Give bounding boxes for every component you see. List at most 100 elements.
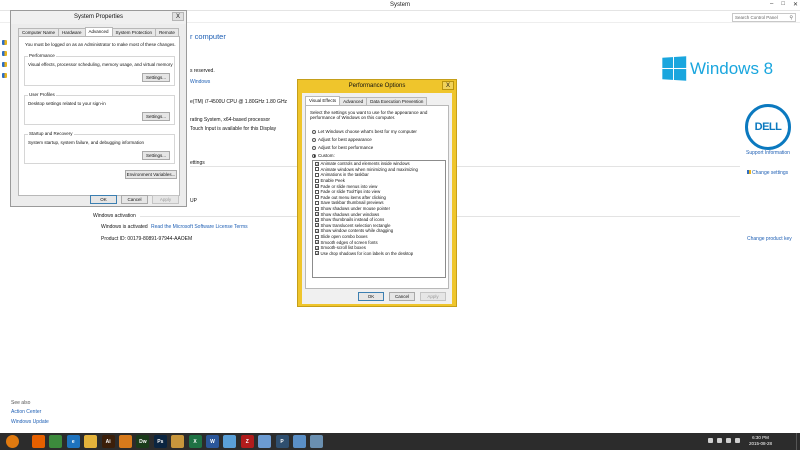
close-icon[interactable]: ✕ <box>793 1 798 8</box>
checkbox[interactable] <box>314 189 319 194</box>
checkbox[interactable] <box>314 178 319 183</box>
radio-best-appearance[interactable]: Adjust for best appearance <box>312 137 372 142</box>
search-icon[interactable]: ⚲ <box>789 15 793 21</box>
radio-button[interactable] <box>312 129 316 134</box>
tab-advanced[interactable]: Advanced <box>339 97 368 105</box>
taskbar-clock[interactable]: 6:30 PM 2015-08-28 <box>749 435 772 447</box>
battery-icon[interactable] <box>735 438 740 443</box>
checkbox[interactable] <box>314 172 319 177</box>
user-profiles-settings-button[interactable]: Settings... <box>142 112 170 121</box>
perf-cancel-button[interactable]: Cancel <box>389 292 415 301</box>
support-information-link[interactable]: Support Information <box>746 150 790 156</box>
excel-icon[interactable]: X <box>188 435 202 448</box>
maximize-icon[interactable]: □ <box>781 1 785 8</box>
radio-custom[interactable]: Custom: <box>312 153 335 158</box>
paint-icon[interactable] <box>223 435 237 448</box>
tab-visual-effects[interactable]: Visual Effects <box>305 96 341 105</box>
visual-effect-label: Animate controls and elements inside win… <box>320 161 410 167</box>
windows-media-icon[interactable] <box>119 435 132 448</box>
start-button-icon[interactable] <box>6 435 19 448</box>
perf-ok-button[interactable]: OK <box>358 292 384 301</box>
perf-close-button[interactable]: X <box>442 81 454 90</box>
volume-icon[interactable] <box>726 438 731 443</box>
checkbox[interactable] <box>314 245 319 250</box>
license-terms-link[interactable]: Read the Microsoft Software License Term… <box>151 224 248 230</box>
rights-text: s reserved. <box>190 68 215 74</box>
change-settings-link[interactable]: Change settings <box>747 170 788 176</box>
perf-apply-button[interactable]: Apply <box>420 292 446 301</box>
visual-effect-label: Enable Peek <box>320 178 345 184</box>
visual-effect-label: Use drop shadows for icon labels on the … <box>320 250 414 256</box>
window-controls: – □ ✕ <box>770 1 798 8</box>
checkbox[interactable] <box>314 217 319 222</box>
perf-body: Visual Effects Advanced Data Execution P… <box>302 93 452 304</box>
checkbox[interactable] <box>314 251 319 256</box>
startup-recovery-settings-button[interactable]: Settings... <box>142 151 170 160</box>
sysprop-ok-button[interactable]: OK <box>90 195 117 204</box>
perf-title: Performance Options <box>348 83 406 89</box>
shield-icon[interactable] <box>2 62 7 67</box>
shield-icon[interactable] <box>2 51 7 56</box>
shield-icon[interactable] <box>2 40 7 45</box>
tab-data-execution-prevention[interactable]: Data Execution Prevention <box>366 97 428 105</box>
performance-settings-button[interactable]: Settings... <box>142 73 170 82</box>
dreamweaver-icon[interactable]: Dw <box>136 435 150 448</box>
checkbox[interactable] <box>314 184 319 189</box>
chrome-icon[interactable] <box>49 435 63 448</box>
taskbar: e Ai Dw Ps X W Z P 6:30 PM 2015-08-28 <box>0 433 800 450</box>
system-window-icon[interactable] <box>293 435 306 448</box>
checkbox[interactable] <box>314 234 319 239</box>
photoshop-icon[interactable]: Ps <box>153 435 167 448</box>
user-profiles-title: User Profiles <box>28 92 56 97</box>
checkbox[interactable] <box>314 161 319 166</box>
radio-button[interactable] <box>312 137 316 142</box>
tab-system-protection[interactable]: System Protection <box>111 28 157 36</box>
radio-best-performance[interactable]: Adjust for best performance <box>312 145 373 150</box>
checkbox[interactable] <box>314 228 319 234</box>
visual-effect-item[interactable]: Use drop shadows for icon labels on the … <box>313 251 445 257</box>
tray-up-arrow-icon[interactable] <box>708 438 713 443</box>
search-input[interactable]: Search Control Panel ⚲ <box>732 13 796 22</box>
network-icon[interactable] <box>717 438 722 443</box>
checkbox[interactable] <box>314 206 319 211</box>
illustrator-icon[interactable]: Ai <box>101 435 115 448</box>
action-center-link[interactable]: Action Center <box>11 409 41 415</box>
control-panel-icon[interactable] <box>310 435 324 448</box>
sysprop-close-button[interactable]: X <box>172 12 184 21</box>
checkbox[interactable] <box>314 212 319 217</box>
windows-8-logo: Windows 8 <box>661 56 773 81</box>
checkbox[interactable] <box>314 200 319 205</box>
windows-link[interactable]: Windows <box>190 79 210 85</box>
tab-hardware[interactable]: Hardware <box>58 28 86 36</box>
sysprop-apply-button[interactable]: Apply <box>152 195 179 204</box>
system-tray <box>708 438 740 443</box>
dell-logo-text: DELL <box>754 121 782 133</box>
radio-button[interactable] <box>312 145 316 150</box>
checkbox[interactable] <box>314 240 319 245</box>
sysprop-cancel-button[interactable]: Cancel <box>121 195 148 204</box>
tab-remote[interactable]: Remote <box>155 28 179 36</box>
radio-button[interactable] <box>312 153 316 158</box>
environment-variables-button[interactable]: Environment Variables... <box>125 170 177 179</box>
checkbox[interactable] <box>314 223 319 228</box>
filezilla-icon[interactable]: Z <box>240 435 254 448</box>
word-icon[interactable]: W <box>206 435 219 448</box>
shield-icon[interactable] <box>2 73 7 78</box>
checkbox[interactable] <box>314 167 319 172</box>
workgroup-value: UP <box>190 198 197 204</box>
minimize-icon[interactable]: – <box>770 1 773 8</box>
show-desktop-button[interactable] <box>796 433 800 450</box>
change-product-key-link[interactable]: Change product key <box>747 236 792 242</box>
windows-update-link[interactable]: Windows Update <box>11 419 49 425</box>
internet-explorer-icon[interactable]: e <box>66 435 80 448</box>
clock-date: 2015-08-28 <box>748 441 772 446</box>
checkbox[interactable] <box>314 195 319 200</box>
notepad-icon[interactable] <box>258 435 272 448</box>
firefox-icon[interactable] <box>32 435 45 448</box>
tab-computer-name[interactable]: Computer Name <box>18 28 60 36</box>
radio-let-windows-choose[interactable]: Let Windows choose what's best for my co… <box>312 129 417 134</box>
outlook-icon[interactable] <box>171 435 185 448</box>
tab-advanced[interactable]: Advanced <box>84 27 113 36</box>
powerpoint-icon[interactable]: P <box>275 435 289 448</box>
file-explorer-icon[interactable] <box>84 435 98 448</box>
